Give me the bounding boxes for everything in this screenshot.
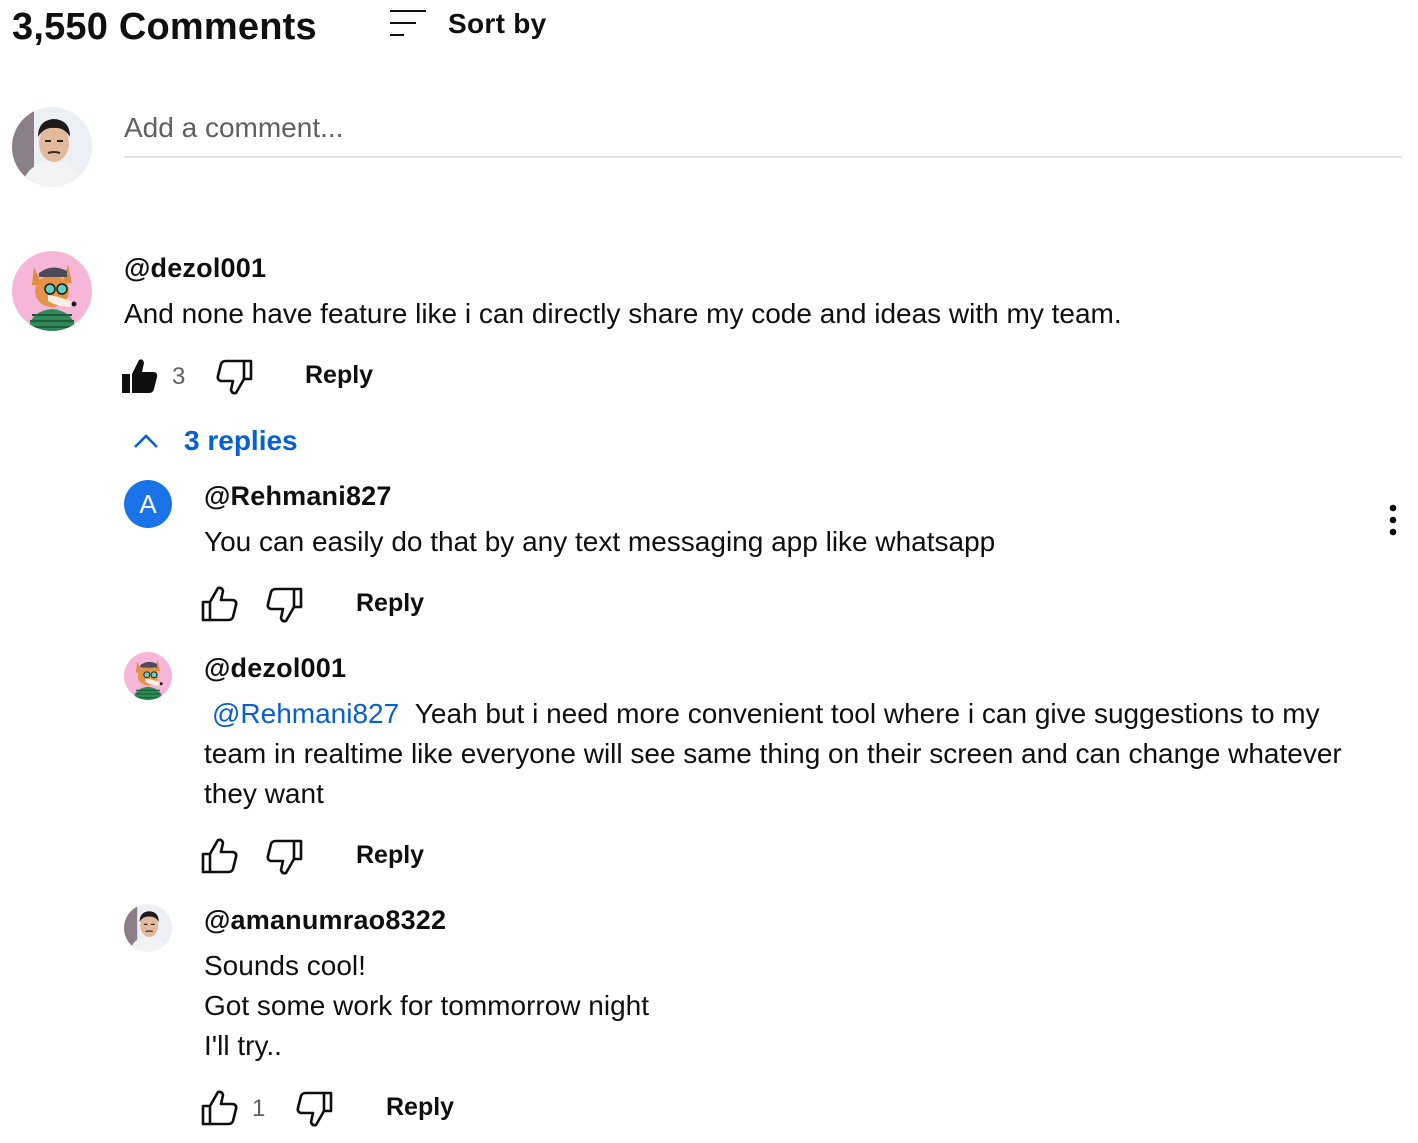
comment-text: And none have feature like i can directl… [124,298,1122,329]
comments-count-title: 3,550 Comments [12,6,317,48]
thumbs-up-icon [200,584,240,624]
current-user-avatar [12,107,92,187]
thumbs-down-icon [264,585,304,625]
thumbs-up-icon [200,1088,240,1128]
mention-link[interactable]: @Rehmani827 [212,698,399,729]
comment-author[interactable]: @dezol001 [124,253,266,284]
more-vert-icon [1389,504,1397,536]
comment-author-avatar[interactable] [12,251,92,331]
reply-author-avatar[interactable] [124,652,172,700]
reply-author[interactable]: @Rehmani827 [204,481,392,512]
reply-author[interactable]: @dezol001 [204,653,346,684]
sort-icon[interactable] [388,8,428,40]
thumbs-up-icon [200,836,240,876]
like-count: 3 [172,363,186,390]
reply-author-avatar[interactable] [124,904,172,952]
reply-text: Yeah but i need more convenient tool whe… [414,698,1320,729]
like-button[interactable] [200,836,240,876]
reply-text: Got some work for tommorrow night [204,990,650,1021]
sort-by-button[interactable]: Sort by [448,8,547,40]
reply-button[interactable]: Reply [305,361,373,390]
reply-button[interactable]: Reply [356,589,424,618]
add-comment-input[interactable] [124,106,1402,150]
replies-count: 3 replies [184,425,298,456]
reply-author-avatar[interactable]: A [124,480,172,528]
reply-text: I'll try.. [204,1030,282,1061]
reply-button[interactable]: Reply [356,841,424,870]
like-button[interactable] [120,356,160,396]
add-comment-box[interactable] [124,106,1402,158]
chevron-up-icon [134,434,158,448]
like-button[interactable] [200,584,240,624]
reply-text: You can easily do that by any text messa… [204,526,996,557]
dislike-button[interactable] [214,357,254,397]
reply-button[interactable]: Reply [386,1093,454,1122]
reply-text: Sounds cool! [204,950,366,981]
thumbs-down-icon [214,357,254,397]
more-options-button[interactable] [1378,500,1408,540]
thumbs-down-icon [264,837,304,877]
reply-text: team in realtime like everyone will see … [204,738,1342,769]
like-count: 1 [252,1095,266,1122]
thumbs-down-icon [294,1089,334,1129]
reply-text: they want [204,778,324,809]
dislike-button[interactable] [264,837,304,877]
reply-author[interactable]: @amanumrao8322 [204,905,446,936]
dislike-button[interactable] [264,585,304,625]
dislike-button[interactable] [294,1089,334,1129]
reply-text-line: @Rehmani827 Yeah but i need more conveni… [204,694,1320,734]
like-button[interactable] [200,1088,240,1128]
thumbs-up-filled-icon [120,356,160,396]
